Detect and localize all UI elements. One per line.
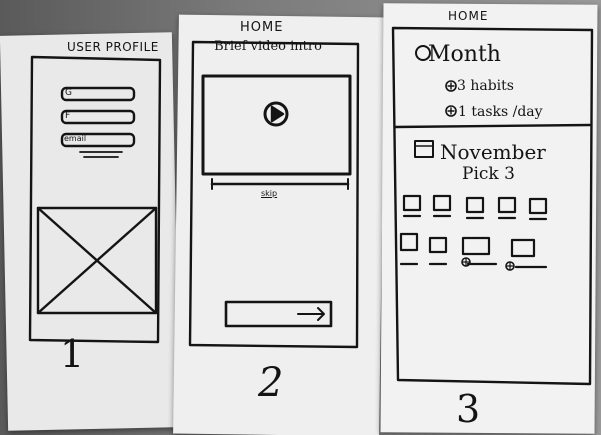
section-divider <box>393 123 592 129</box>
photo-scene: USER PROFILE G F email 1 HOME Brief vide… <box>0 0 601 435</box>
ink-drawings <box>28 26 594 386</box>
field-email-label: email <box>64 134 87 143</box>
pick-label: Pick 3 <box>462 164 515 184</box>
arrow-right-icon <box>297 307 325 321</box>
sheet-number-3: 3 <box>456 387 481 431</box>
sheet-number-2: 2 <box>258 360 284 406</box>
habit-grid-row-2 <box>399 232 548 271</box>
field-f-label: F <box>65 111 71 121</box>
home-title-2: HOME <box>240 20 284 35</box>
field-f-box <box>60 109 136 125</box>
calendar-month-label: November <box>440 140 546 164</box>
home-title-3: HOME <box>448 9 489 23</box>
form-underline <box>79 151 123 158</box>
image-placeholder-cross <box>36 206 158 315</box>
field-g-box <box>60 86 136 102</box>
field-g-label: G <box>65 88 72 98</box>
video-intro-caption: Brief video intro <box>214 39 322 54</box>
habit-grid-row-1 <box>402 194 548 221</box>
month-label: Month <box>428 42 501 67</box>
calendar-icon <box>414 140 434 158</box>
user-profile-title: USER PROFILE <box>67 40 159 54</box>
habits-label: 3 habits <box>457 78 514 94</box>
tasks-label: 1 tasks /day <box>458 104 543 120</box>
skip-link[interactable]: skip <box>261 189 277 198</box>
sheet-number-1: 1 <box>60 332 85 376</box>
